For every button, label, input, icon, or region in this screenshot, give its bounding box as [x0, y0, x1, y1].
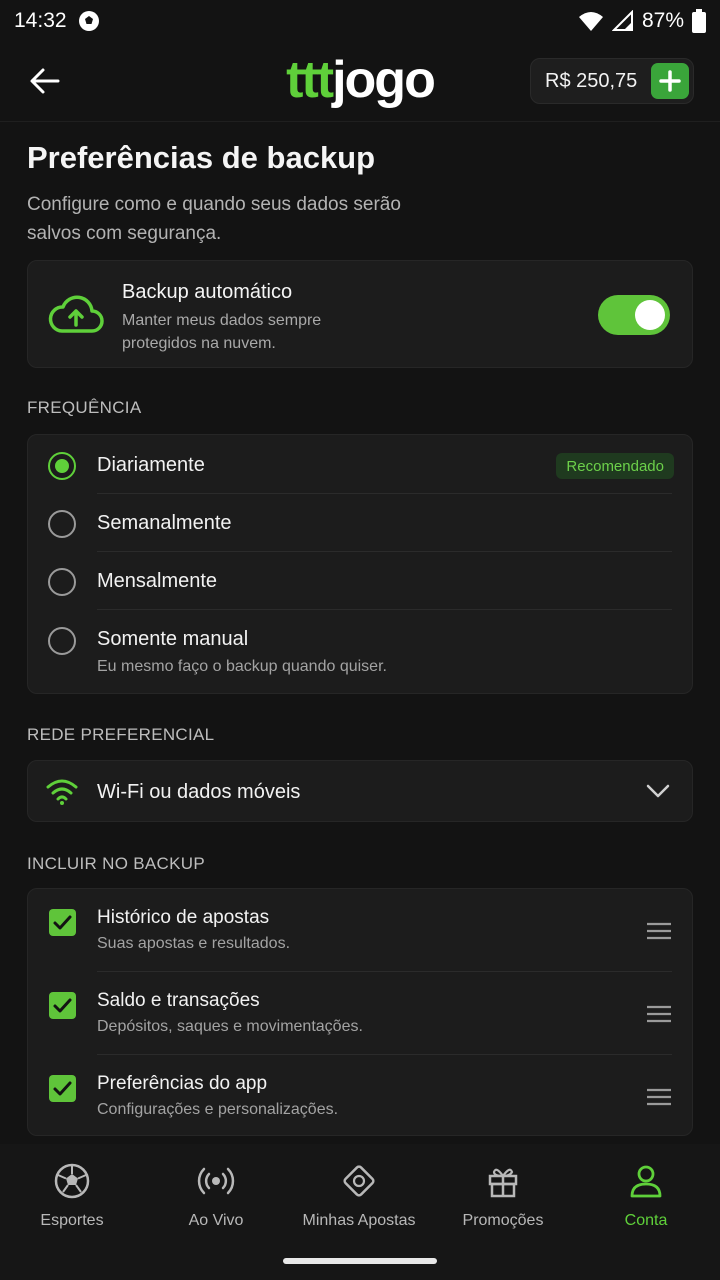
battery-percent: 87% [641, 9, 684, 32]
frequency-card: Diariamente Recomendado Semanalmente Men… [27, 434, 693, 694]
home-indicator[interactable] [283, 1258, 437, 1264]
checkbox-balance[interactable] [49, 992, 76, 1019]
balance-chip[interactable]: R$ 250,75 [530, 58, 694, 104]
nav-label: Promoções [462, 1212, 544, 1229]
radio-monthly[interactable] [48, 568, 76, 596]
status-time: 14:32 [14, 9, 67, 32]
auto-backup-description: Manter meus dados sempre protegidos na n… [122, 312, 322, 352]
app-header: tttjogo R$ 250,75 [0, 42, 720, 122]
radio-manual[interactable] [48, 627, 76, 655]
drag-handle-icon[interactable] [646, 1087, 672, 1107]
auto-backup-card: Backup automático Manter meus dados semp… [27, 260, 693, 368]
network-section-label: REDE PREFERENCIAL [27, 725, 215, 744]
frequency-option-label: Semanalmente [97, 512, 232, 534]
wifi-icon [46, 779, 78, 805]
check-icon [53, 998, 72, 1013]
toggle-knob [635, 300, 665, 330]
frequency-option-label: Diariamente [97, 454, 205, 476]
auto-backup-toggle[interactable] [598, 295, 670, 335]
radio-daily[interactable] [48, 452, 76, 480]
check-icon [53, 915, 72, 930]
network-value: Wi-Fi ou dados móveis [97, 781, 301, 803]
deposit-button[interactable] [651, 63, 689, 99]
page-title: Preferências de backup [27, 140, 376, 175]
frequency-option-sub: Eu mesmo faço o backup quando quiser. [97, 658, 387, 675]
frequency-option-weekly[interactable]: Semanalmente [28, 494, 694, 551]
live-broadcast-icon [197, 1167, 235, 1195]
auto-backup-title: Backup automático [122, 281, 293, 303]
include-item-sub: Suas apostas e resultados. [97, 935, 291, 952]
balance-amount: R$ 250,75 [545, 69, 638, 92]
include-section-label: INCLUIR NO BACKUP [27, 854, 205, 873]
recommended-badge: Recomendado [556, 453, 674, 479]
nav-label: Ao Vivo [188, 1212, 244, 1229]
checkbox-preferences[interactable] [49, 1075, 76, 1102]
drag-handle-icon[interactable] [646, 1004, 672, 1024]
nav-item-minhas-apostas[interactable]: Minhas Apostas [287, 1162, 431, 1230]
include-item-balance[interactable]: Saldo e transações Depósitos, saques e m… [28, 972, 694, 1054]
gift-icon [488, 1168, 518, 1198]
include-item-history[interactable]: Histórico de apostas Suas apostas e resu… [28, 889, 694, 971]
include-card: Histórico de apostas Suas apostas e resu… [27, 888, 693, 1136]
include-item-label: Preferências do app [97, 1073, 268, 1094]
plus-icon [659, 70, 681, 92]
nav-label: Esportes [40, 1212, 104, 1229]
cloud-upload-icon [48, 295, 104, 333]
frequency-option-label: Somente manual [97, 628, 249, 650]
frequency-option-monthly[interactable]: Mensalmente [28, 552, 694, 609]
chevron-down-icon [646, 784, 670, 798]
battery-icon [692, 9, 706, 33]
nav-item-promocoes[interactable]: Promoções [431, 1162, 575, 1230]
main-content: Preferências de backup Configure como e … [27, 122, 693, 1136]
nav-item-esportes[interactable]: Esportes [0, 1162, 144, 1230]
check-icon [53, 1081, 72, 1096]
ticket-icon [343, 1165, 375, 1197]
user-icon [630, 1165, 662, 1198]
nav-item-ao-vivo[interactable]: Ao Vivo [144, 1162, 288, 1230]
frequency-option-manual[interactable]: Somente manual Eu mesmo faço o backup qu… [28, 610, 694, 694]
include-item-label: Histórico de apostas [97, 907, 270, 928]
nav-item-conta[interactable]: Conta [574, 1162, 718, 1230]
include-item-preferences[interactable]: Preferências do app Configurações e pers… [28, 1055, 694, 1137]
soccer-notification-icon [78, 11, 99, 31]
frequency-section-label: FREQUÊNCIA [27, 398, 142, 417]
page-subtitle: Configure como e quando seus dados serão… [27, 194, 401, 244]
include-item-label: Saldo e transações [97, 990, 260, 1011]
include-item-sub: Depósitos, saques e movimentações. [97, 1018, 363, 1035]
signal-icon [611, 10, 633, 31]
radio-weekly[interactable] [48, 510, 76, 538]
wifi-status-icon [578, 12, 603, 31]
status-bar: 14:32 87% [0, 0, 720, 42]
nav-label: Conta [624, 1212, 668, 1229]
frequency-option-label: Mensalmente [97, 570, 218, 592]
frequency-option-daily[interactable]: Diariamente Recomendado [28, 435, 694, 493]
include-item-sub: Configurações e personalizações. [97, 1101, 339, 1118]
network-select[interactable]: Wi-Fi ou dados móveis [27, 760, 693, 822]
soccer-ball-icon [54, 1163, 90, 1199]
drag-handle-icon[interactable] [646, 921, 672, 941]
checkbox-history[interactable] [49, 909, 76, 936]
nav-label: Minhas Apostas [302, 1212, 416, 1229]
